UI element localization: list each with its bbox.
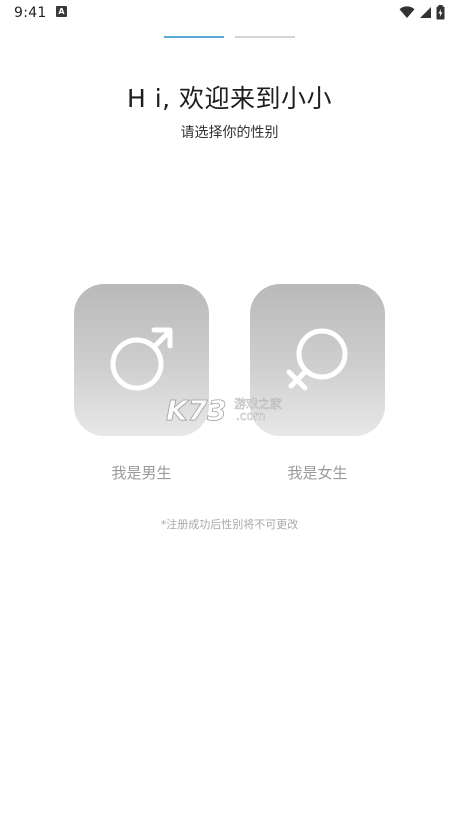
wifi-icon [399,6,415,18]
page-title: H i, 欢迎来到小小 [126,84,333,113]
gender-note: *注册成功后性别将不可更改 [160,518,299,531]
status-time: 9:41 [14,5,47,21]
status-bar: 9:41 A [0,0,459,26]
step-indicator-2 [235,36,295,38]
a-notification-icon: A [56,6,67,17]
step-progress [164,36,295,38]
svg-text:K73: K73 [166,394,227,427]
page-subtitle: 请选择你的性别 [180,125,279,141]
k73-watermark-logo: K73 游戏之家 .com [166,390,296,430]
female-option-label[interactable]: 我是女生 [250,462,385,483]
male-option-label[interactable]: 我是男生 [74,462,209,483]
status-icons [399,5,445,20]
step-indicator-1 [164,36,224,38]
battery-charging-icon [436,5,445,20]
svg-text:.com: .com [236,409,265,423]
signal-icon [420,7,431,18]
